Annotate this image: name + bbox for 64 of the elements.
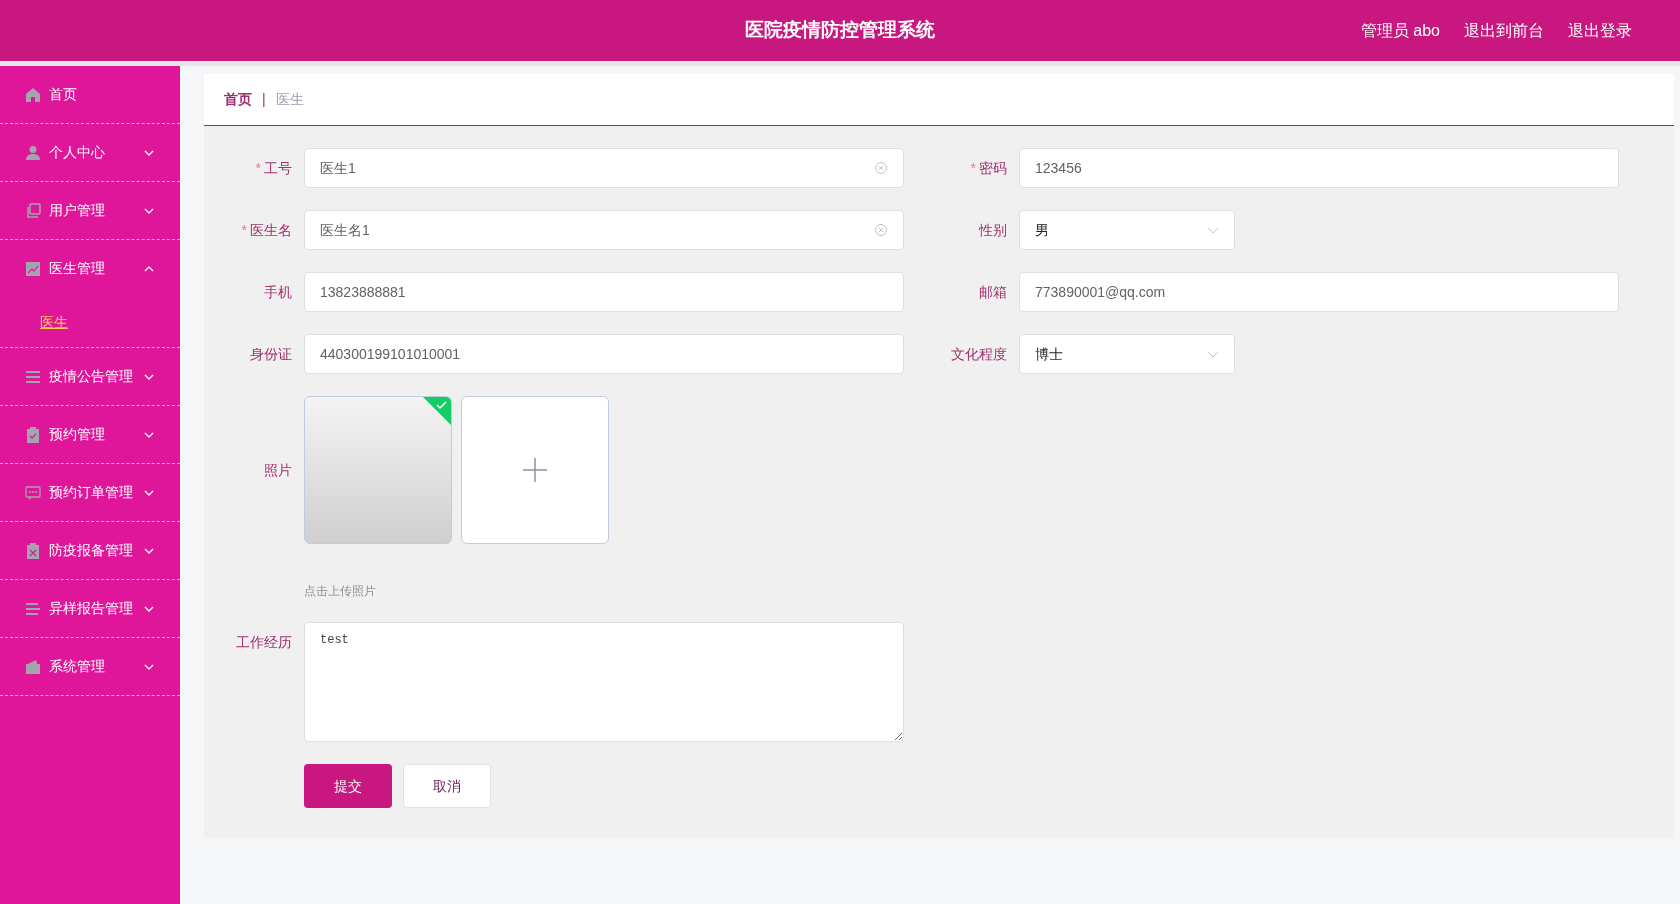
field-label: 文化程度 — [950, 345, 1008, 364]
breadcrumb-item[interactable]: 首页 — [224, 89, 252, 110]
person-icon — [25, 144, 41, 161]
textarea-field[interactable]: test — [304, 622, 904, 742]
copy-icon — [25, 202, 41, 219]
sidebar-label: 系统管理 — [49, 657, 105, 676]
sidebar-label: 医生管理 — [49, 259, 105, 278]
select-field[interactable]: 博士 — [1019, 334, 1235, 374]
sidebar-label: 首页 — [49, 85, 77, 104]
input-field[interactable]: 13823888881 — [304, 272, 904, 312]
input-field[interactable]: 医生名1 — [304, 210, 904, 250]
clipboard-check-icon — [25, 426, 41, 443]
input-field[interactable]: 123456 — [1019, 148, 1619, 188]
home-icon — [25, 86, 41, 103]
wallet-icon — [25, 658, 41, 675]
sidebar-item[interactable]: 医生管理 — [0, 240, 180, 297]
sidebar-label: 疫情公告管理 — [49, 367, 133, 386]
field-label: 手机 — [263, 283, 293, 302]
field-label: 邮箱 — [978, 283, 1008, 302]
chat-icon — [25, 484, 41, 501]
sidebar-item[interactable]: 用户管理 — [0, 182, 180, 239]
breadcrumb-separator: | — [262, 90, 266, 109]
field-label: 身份证 — [249, 345, 293, 364]
list-icon — [25, 600, 41, 617]
input-field[interactable]: 773890001@qq.com — [1019, 272, 1619, 312]
sidebar-label: 用户管理 — [49, 201, 105, 220]
upload-hint: 点击上传照片 — [304, 583, 377, 600]
sidebar-item[interactable]: 疫情公告管理 — [0, 348, 180, 405]
field-label: * 密码 — [969, 159, 1008, 178]
breadcrumb-item: 医生 — [275, 90, 304, 109]
field-label: 性别 — [977, 221, 1008, 240]
sidebar-item[interactable]: 异样报告管理 — [0, 580, 180, 637]
field-label: 工作经历 — [235, 633, 293, 652]
cancel-button[interactable]: 取消 — [403, 764, 491, 808]
app-title: 医院疫情防控管理系统 — [745, 18, 935, 43]
field-label: 照片 — [263, 461, 293, 480]
sidebar-label: 个人中心 — [49, 143, 105, 162]
field-label: * 医生名 — [240, 221, 293, 240]
sidebar-item[interactable]: 防疫报备管理 — [0, 522, 180, 579]
input-field[interactable]: 医生1 — [304, 148, 904, 188]
chart-icon — [25, 260, 41, 277]
sidebar-item[interactable]: 个人中心 — [0, 124, 180, 181]
header-link[interactable]: 退出到前台 — [1464, 18, 1544, 43]
sidebar-label: 防疫报备管理 — [49, 541, 133, 560]
field-label: * 工号 — [254, 159, 293, 178]
sidebar-item[interactable]: 预约订单管理 — [0, 464, 180, 521]
submit-button[interactable]: 提交 — [304, 764, 392, 808]
sidebar-item[interactable]: 系统管理 — [0, 638, 180, 695]
list-icon — [25, 368, 41, 385]
clear-icon[interactable] — [874, 161, 888, 175]
plus-icon — [523, 458, 547, 482]
header-link[interactable]: 退出登录 — [1568, 18, 1632, 43]
submenu-item[interactable]: 医生 — [40, 311, 68, 333]
clear-icon[interactable] — [874, 223, 888, 237]
upload-button[interactable] — [461, 396, 609, 544]
select-field[interactable]: 男 — [1019, 210, 1235, 250]
header-link[interactable]: 管理员 abo — [1360, 18, 1440, 43]
sidebar-label: 异样报告管理 — [49, 599, 133, 618]
clipboard-x-icon — [25, 542, 41, 559]
sidebar-item[interactable]: 首页 — [0, 66, 180, 123]
sidebar-item[interactable]: 预约管理 — [0, 406, 180, 463]
sidebar-label: 预约订单管理 — [49, 483, 133, 502]
sidebar-label: 预约管理 — [49, 425, 105, 444]
input-field[interactable]: 440300199101010001 — [304, 334, 904, 374]
